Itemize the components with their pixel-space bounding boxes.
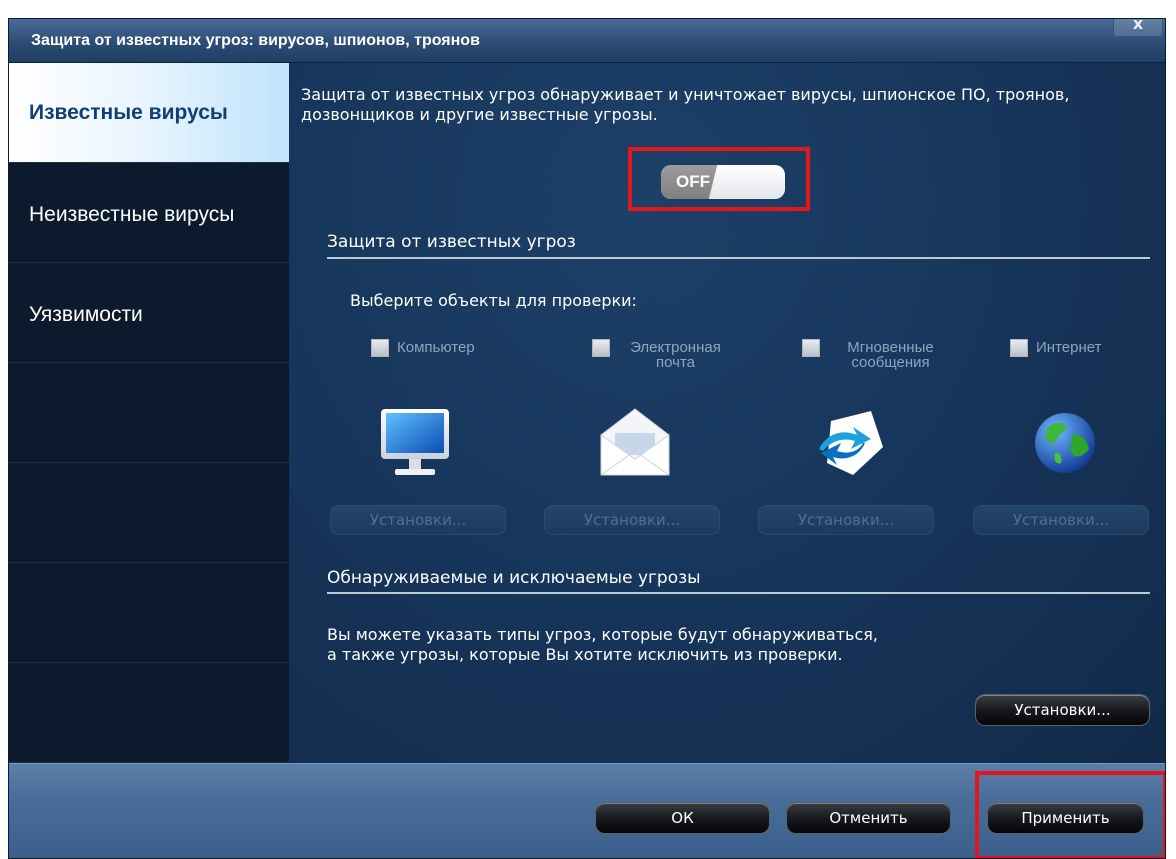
envelope-icon (595, 403, 675, 483)
checkbox-label: Интернет (1036, 339, 1102, 356)
sidebar: Известные вирусы Неизвестные вирусы Уязв… (9, 63, 289, 763)
sidebar-divider (9, 463, 289, 563)
checkbox-instant-messaging[interactable]: Мгновенные сообщения (802, 339, 972, 379)
instant-messaging-icon (809, 403, 889, 483)
sidebar-divider (9, 663, 289, 763)
main-panel: Защита от известных угроз обнаруживает и… (289, 63, 1165, 763)
window-title: Защита от известных угроз: вирусов, шпио… (31, 32, 480, 49)
section-title-known-threats: Защита от известных угроз (327, 232, 576, 252)
checkbox-label: Электронная почта (630, 339, 721, 371)
checkbox-email[interactable]: Электронная почта (592, 339, 762, 379)
globe-icon (1025, 403, 1105, 483)
threat-types-description: Вы можете указать типы угроз, которые бу… (327, 625, 878, 664)
checkbox-label: Мгновенные сообщения (847, 339, 934, 371)
checkbox-computer[interactable]: Компьютер (371, 339, 541, 379)
sidebar-divider (9, 563, 289, 663)
sidebar-item-known-viruses[interactable]: Известные вирусы (9, 63, 289, 163)
checkbox-box[interactable] (371, 339, 389, 357)
highlight-box-apply (975, 771, 1165, 858)
internet-settings-button[interactable]: Установки... (973, 505, 1149, 535)
checkbox-box[interactable] (1010, 339, 1028, 357)
computer-settings-button[interactable]: Установки... (330, 505, 506, 535)
checkbox-box[interactable] (802, 339, 820, 357)
highlight-box-toggle (628, 147, 810, 211)
scan-objects-prompt: Выберите объекты для проверки: (350, 291, 637, 310)
cancel-button[interactable]: Отменить (786, 802, 951, 834)
sidebar-item-label: Неизвестные вирусы (29, 203, 235, 226)
checkbox-box[interactable] (592, 339, 610, 357)
sidebar-item-label: Уязвимости (29, 303, 143, 326)
section-title-detected-excluded: Обнаруживаемые и исключаемые угрозы (327, 568, 701, 588)
instant-messaging-settings-button[interactable]: Установки... (758, 505, 934, 535)
sidebar-item-unknown-viruses[interactable]: Неизвестные вирусы (9, 163, 289, 263)
threat-types-settings-button[interactable]: Установки... (975, 694, 1150, 726)
sidebar-item-vulnerabilities[interactable]: Уязвимости (9, 263, 289, 363)
section-divider (327, 257, 1150, 259)
close-button[interactable]: x (1113, 19, 1163, 37)
section-divider (327, 592, 1150, 594)
dialog-window: Защита от известных угроз: вирусов, шпио… (8, 18, 1166, 859)
checkbox-label: Компьютер (397, 339, 475, 356)
email-settings-button[interactable]: Установки... (544, 505, 720, 535)
protection-description: Защита от известных угроз обнаруживает и… (301, 85, 1070, 124)
sidebar-divider (9, 363, 289, 463)
ok-button[interactable]: ОК (595, 802, 770, 834)
sidebar-item-label: Известные вирусы (29, 101, 228, 124)
monitor-icon (375, 403, 455, 483)
checkbox-internet[interactable]: Интернет (1010, 339, 1150, 379)
title-bar: Защита от известных угроз: вирусов, шпио… (9, 19, 1165, 63)
